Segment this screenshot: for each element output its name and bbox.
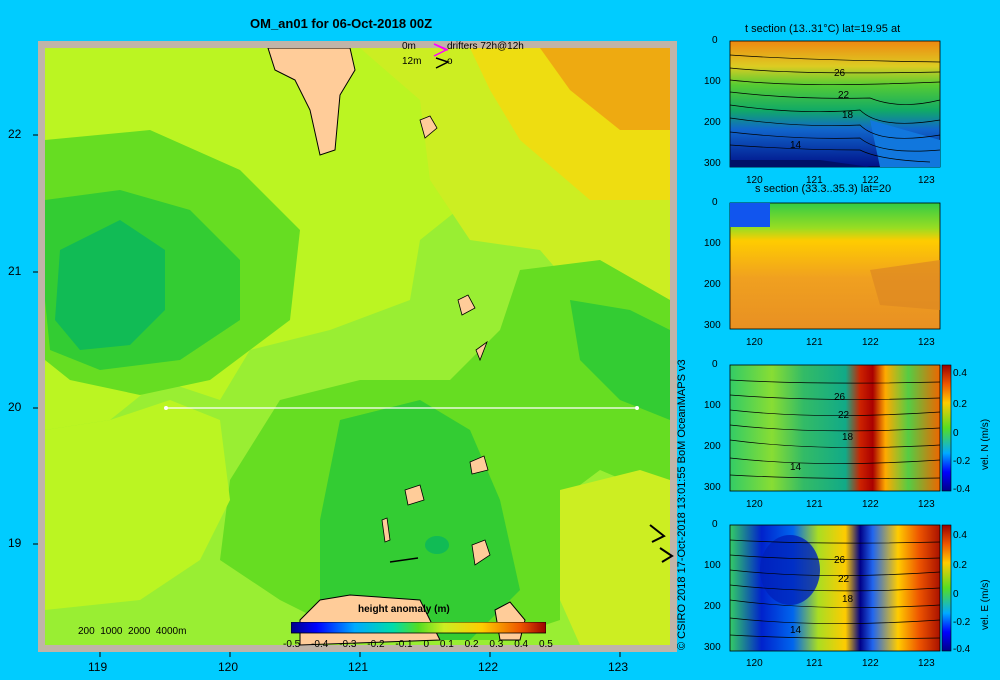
p4-cbar-tick: 0	[953, 589, 959, 600]
p4-cbar-tick: 0.4	[953, 530, 967, 541]
p3-cbar-tick: 0.4	[953, 368, 967, 379]
p1-contour-label: 18	[842, 110, 854, 121]
p4-x-tick: 120	[746, 658, 763, 669]
p2-x-tick: 123	[918, 337, 935, 348]
p3-contour-label: 14	[790, 462, 802, 473]
p2-y-tick: 200	[704, 279, 721, 290]
p3-cbar-tick: 0	[953, 428, 959, 439]
p1-y-tick: 300	[704, 158, 721, 169]
p2-x-tick: 121	[806, 337, 823, 348]
p3-contour-label: 26	[834, 392, 846, 403]
p4-x-tick: 123	[918, 658, 935, 669]
p2-y-tick: 100	[704, 238, 721, 249]
credit-text: © CSIRO 2018 17-Oct-2018 13:01:55 BoM Oc…	[676, 359, 688, 650]
ve-colorbar	[941, 524, 952, 652]
p2-y-tick: 300	[704, 320, 721, 331]
p3-cbar-tick: 0.2	[953, 399, 967, 410]
p1-y-tick: 100	[704, 76, 721, 87]
p4-cbar-tick: -0.4	[953, 644, 971, 655]
p1-contour-label: 14	[790, 140, 802, 151]
p4-y-tick: 300	[704, 642, 721, 653]
p4-x-tick: 122	[862, 658, 879, 669]
p3-y-tick: 200	[704, 441, 721, 452]
p3-contour-label: 22	[838, 410, 850, 421]
p3-x-tick: 123	[918, 499, 935, 510]
p3-cbar-tick: -0.4	[953, 484, 971, 495]
p4-y-tick: 100	[704, 560, 721, 571]
p3-cbar-tick: -0.2	[953, 456, 971, 467]
ve-section-panel	[729, 524, 941, 652]
p1-x-tick: 123	[918, 175, 935, 186]
p1-x-tick: 120	[746, 175, 763, 186]
p3-y-tick: 0	[712, 359, 718, 370]
p3-y-tick: 300	[704, 482, 721, 493]
p4-y-tick: 200	[704, 601, 721, 612]
vn-colorbar	[941, 364, 952, 492]
p4-contour-label: 22	[838, 574, 850, 585]
p3-x-tick: 122	[862, 499, 879, 510]
p2-x-tick: 120	[746, 337, 763, 348]
p4-contour-label: 14	[790, 625, 802, 636]
p4-cbar-label: vel. E (m/s)	[980, 579, 991, 630]
p3-cbar-label: vel. N (m/s)	[980, 418, 991, 470]
vn-section-panel	[729, 364, 941, 492]
t-section-panel	[729, 40, 941, 168]
p1-y-tick: 0	[712, 35, 718, 46]
p1-y-tick: 200	[704, 117, 721, 128]
p1-x-tick: 121	[806, 175, 823, 186]
p3-x-tick: 121	[806, 499, 823, 510]
p2-y-tick: 0	[712, 197, 718, 208]
p1-contour-label: 26	[834, 68, 846, 79]
p2-x-tick: 122	[862, 337, 879, 348]
p4-x-tick: 121	[806, 658, 823, 669]
p1-x-tick: 122	[862, 175, 879, 186]
section-panels-svg	[729, 40, 952, 652]
p3-x-tick: 120	[746, 499, 763, 510]
p4-cbar-tick: -0.2	[953, 617, 971, 628]
p4-y-tick: 0	[712, 519, 718, 530]
p3-contour-label: 18	[842, 432, 854, 443]
p4-contour-label: 18	[842, 594, 854, 605]
t-section-title: t section (13..31°C) lat=19.95 at	[745, 23, 901, 35]
p3-y-tick: 100	[704, 400, 721, 411]
p4-cbar-tick: 0.2	[953, 560, 967, 571]
p1-contour-label: 22	[838, 90, 850, 101]
s-section-panel	[729, 202, 941, 330]
p4-contour-label: 26	[834, 555, 846, 566]
